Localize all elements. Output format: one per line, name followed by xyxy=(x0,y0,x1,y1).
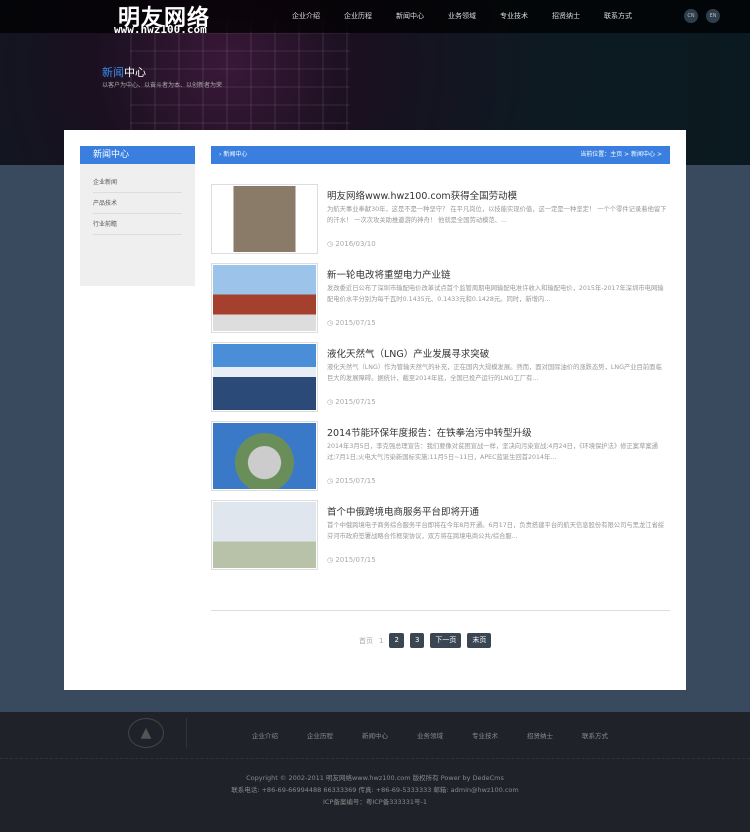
footer-divider xyxy=(186,718,187,748)
page-current: 1 xyxy=(379,636,384,645)
news-thumbnail[interactable] xyxy=(211,184,318,254)
page-2-button[interactable]: 2 xyxy=(389,633,404,648)
nav-item[interactable]: 业务领域 xyxy=(436,11,488,21)
copyright: Copyright © 2002-2011 明友网络www.hwz100.com… xyxy=(246,774,504,782)
section-title: 新闻中心 xyxy=(102,64,146,80)
news-date-text: 2016/03/10 xyxy=(335,240,376,248)
footer-nav-item[interactable]: 企业历程 xyxy=(307,730,362,740)
contact-info: 联系电话: +86-69-66994488 66333369 传真: +86-6… xyxy=(231,786,519,794)
nav-item[interactable]: 企业历程 xyxy=(332,11,384,21)
page-first[interactable]: 首页 xyxy=(359,636,373,646)
news-date: ◷ 2015/07/15 xyxy=(327,477,376,485)
lang-en-button[interactable]: EN xyxy=(706,9,720,23)
news-date-text: 2015/07/15 xyxy=(335,477,376,485)
news-item[interactable]: 新一轮电改将重塑电力产业链 发改委近日公布了深圳市输配电价改革试点首个监管周期电… xyxy=(211,263,670,342)
section-subtitle: 以客户为中心、以奋斗者为本、以创新者为荣 xyxy=(102,82,223,89)
news-date: ◷ 2016/03/10 xyxy=(327,240,376,248)
news-title[interactable]: 2014节能环保年度报告：在铁拳治污中转型升级 xyxy=(327,425,532,439)
footer-nav: 企业介绍 企业历程 新闻中心 业务领域 专业技术 招贤纳士 联系方式 xyxy=(252,730,637,740)
news-item[interactable]: 首个中俄跨境电商服务平台即将开通 首个中俄跨境电子商务综合服务平台即将在今年8月… xyxy=(211,500,670,579)
main-nav: 企业介绍 企业历程 新闻中心 业务领域 专业技术 招贤纳士 联系方式 xyxy=(280,11,644,21)
news-list: 明友网络www.hwz100.com获得全国劳动模 为航天事业奉献30年，这是不… xyxy=(211,184,670,579)
footer-info: Copyright © 2002-2011 明友网络www.hwz100.com… xyxy=(0,772,750,808)
sidebar-title: 新闻中心 xyxy=(80,146,195,164)
logo-url: www.hwz100.com xyxy=(114,23,207,36)
nav-item[interactable]: 专业技术 xyxy=(488,11,540,21)
content-panel: 新闻中心 企业新闻 产品技术 行业前瞻 › 新闻中心 当前位置：主页 > 新闻中… xyxy=(64,130,686,690)
section-title-rest: 中心 xyxy=(124,66,146,79)
breadcrumb[interactable]: 当前位置：主页 > 新闻中心 > xyxy=(580,146,662,164)
footer-nav-item[interactable]: 业务领域 xyxy=(417,730,472,740)
news-desc: 液化天然气（LNG）作为管输天然气的补充，正在国内大规模发展。然而，面对国际油价… xyxy=(327,364,662,382)
pagination: 首页 1 2 3 下一页 末页 xyxy=(359,633,492,648)
news-date: ◷ 2015/07/15 xyxy=(327,319,376,327)
sidebar-list: 企业新闻 产品技术 行业前瞻 xyxy=(80,164,195,286)
nav-item[interactable]: 新闻中心 xyxy=(384,11,436,21)
nav-item[interactable]: 企业介绍 xyxy=(280,11,332,21)
footer-nav-item[interactable]: 企业介绍 xyxy=(252,730,307,740)
news-thumbnail[interactable] xyxy=(211,500,318,570)
news-item[interactable]: 2014节能环保年度报告：在铁拳治污中转型升级 2014年3月5日，李克强总理宣… xyxy=(211,421,670,500)
news-date-text: 2015/07/15 xyxy=(335,556,376,564)
divider xyxy=(211,610,670,611)
last-page-button[interactable]: 末页 xyxy=(467,633,492,648)
nav-item[interactable]: 联系方式 xyxy=(592,11,644,21)
page-3-button[interactable]: 3 xyxy=(409,633,425,648)
footer-nav-item[interactable]: 新闻中心 xyxy=(362,730,417,740)
news-desc: 首个中俄跨境电子商务综合服务平台即将在今年8月开通。6月17日，负责搭建平台的航… xyxy=(327,522,665,540)
footer: ▲ 企业介绍 企业历程 新闻中心 业务领域 专业技术 招贤纳士 联系方式 Cop… xyxy=(0,712,750,832)
sidebar-item[interactable]: 行业前瞻 xyxy=(93,214,182,235)
news-thumbnail[interactable] xyxy=(211,421,318,491)
news-date-text: 2015/07/15 xyxy=(335,398,376,406)
news-title[interactable]: 新一轮电改将重塑电力产业链 xyxy=(327,267,451,281)
sidebar: 新闻中心 企业新闻 产品技术 行业前瞻 xyxy=(80,146,195,286)
breadcrumb-title: 新闻中心 xyxy=(223,151,248,158)
news-date: ◷ 2015/07/15 xyxy=(327,398,376,406)
nav-item[interactable]: 招贤纳士 xyxy=(540,11,592,21)
footer-logo-icon: ▲ xyxy=(128,718,164,748)
news-desc: 为航天事业奉献30年，这是不是一种坚守？ 在平凡岗位，以技能实现价值，这一定是一… xyxy=(327,206,667,224)
sidebar-item[interactable]: 企业新闻 xyxy=(93,172,182,193)
news-title[interactable]: 液化天然气（LNG）产业发展寻求突破 xyxy=(327,346,489,360)
news-date-text: 2015/07/15 xyxy=(335,319,376,327)
news-title[interactable]: 明友网络www.hwz100.com获得全国劳动模 xyxy=(327,188,517,202)
lang-cn-button[interactable]: CN xyxy=(684,9,698,23)
footer-nav-item[interactable]: 联系方式 xyxy=(582,730,637,740)
news-desc: 2014年3月5日，李克强总理宣告：我们要像对贫困宣战一样，坚决向污染宣战;4月… xyxy=(327,443,658,461)
icp-number: ICP备案编号：粤ICP备333331号-1 xyxy=(322,798,428,806)
news-desc: 发改委近日公布了深圳市输配电价改革试点首个监管周期电网输配电准许收入和输配电价，… xyxy=(327,285,664,303)
sidebar-item[interactable]: 产品技术 xyxy=(93,193,182,214)
news-title[interactable]: 首个中俄跨境电商服务平台即将开通 xyxy=(327,504,479,518)
news-thumbnail[interactable] xyxy=(211,342,318,412)
footer-separator xyxy=(0,758,750,759)
breadcrumb-bar: › 新闻中心 当前位置：主页 > 新闻中心 > xyxy=(211,146,670,164)
news-thumbnail[interactable] xyxy=(211,263,318,333)
news-date: ◷ 2015/07/15 xyxy=(327,556,376,564)
footer-nav-item[interactable]: 招贤纳士 xyxy=(527,730,582,740)
footer-nav-item[interactable]: 专业技术 xyxy=(472,730,527,740)
news-item[interactable]: 明友网络www.hwz100.com获得全国劳动模 为航天事业奉献30年，这是不… xyxy=(211,184,670,263)
section-title-highlight: 新闻 xyxy=(102,66,124,79)
news-item[interactable]: 液化天然气（LNG）产业发展寻求突破 液化天然气（LNG）作为管输天然气的补充，… xyxy=(211,342,670,421)
next-page-button[interactable]: 下一页 xyxy=(430,633,462,648)
